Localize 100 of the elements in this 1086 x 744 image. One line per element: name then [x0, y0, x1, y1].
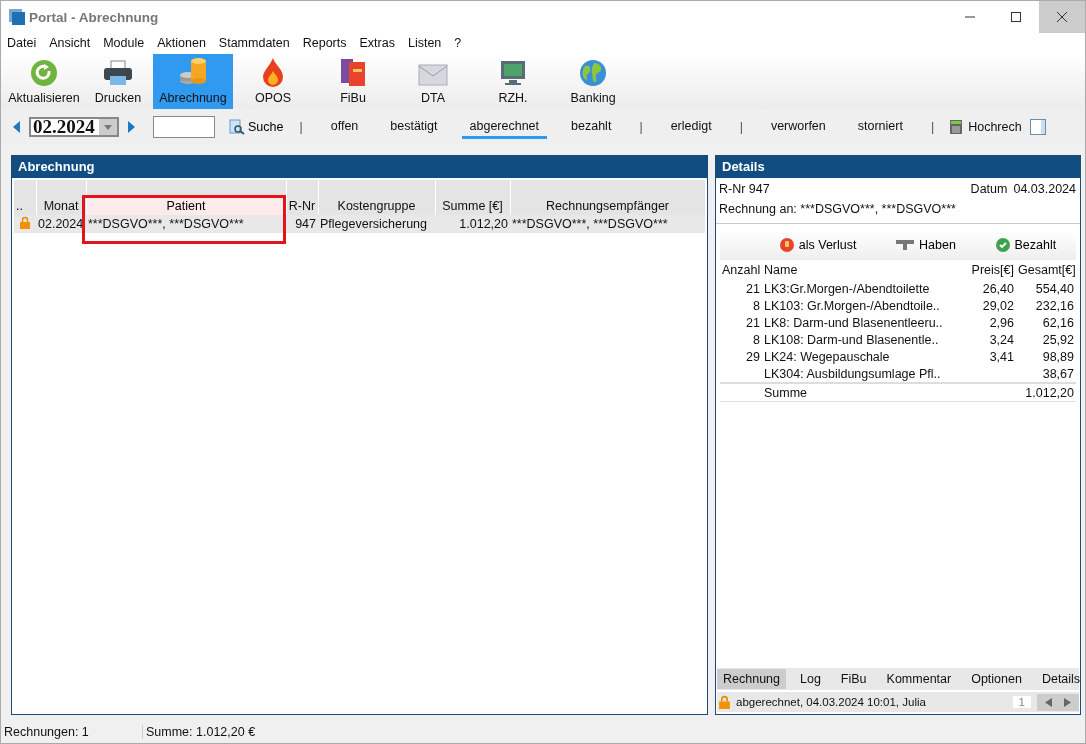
table-cell: Pflegeversicherung: [318, 215, 435, 233]
table-cell-text: LK108: Darm-und Blasenentle..: [763, 331, 940, 348]
menu-item[interactable]: Listen: [407, 36, 442, 50]
window-title: Portal - Abrechnung: [29, 9, 159, 25]
date-value: 04.03.2024: [1013, 182, 1076, 196]
table-cell: 947: [286, 215, 318, 233]
separator: |: [638, 120, 644, 134]
calculator-icon: [950, 120, 963, 134]
table-cell: 02.2024: [36, 215, 86, 233]
projection-button[interactable]: Hochrech: [968, 120, 1022, 134]
tab[interactable]: Rechnung: [717, 669, 786, 689]
coins-icon: [178, 57, 208, 87]
column-header[interactable]: Kostengruppe: [318, 197, 435, 215]
table-cell: 21: [746, 315, 760, 330]
dropdown-caret-icon: [104, 124, 112, 130]
table-cell: 38,67: [1016, 365, 1076, 383]
filter-tab[interactable]: offen: [322, 115, 367, 139]
toolbar-button[interactable]: Abrechnung: [153, 54, 233, 109]
table-cell-text: 232,16: [1034, 297, 1075, 314]
panel-title: Abrechnung: [12, 156, 707, 178]
filter-tab[interactable]: bestätigt: [382, 115, 446, 139]
separator: |: [298, 120, 304, 134]
toolbar-button[interactable]: DTA: [393, 54, 473, 109]
previous-arrow-icon[interactable]: [11, 120, 21, 134]
invoice-number: R-Nr 947: [719, 182, 770, 196]
menu-item[interactable]: Ansicht: [49, 36, 91, 50]
page-number: 1: [1012, 696, 1031, 708]
table-cell: 8: [753, 298, 760, 313]
table-cell: 3,24: [989, 332, 1014, 347]
close-icon: [1056, 11, 1068, 23]
table-cell: 26,40: [982, 281, 1014, 296]
table-cell-text: 554,40: [1034, 280, 1075, 297]
filter-tab[interactable]: bezahlt: [563, 115, 620, 139]
books-icon: [339, 57, 367, 87]
search-button[interactable]: Suche: [229, 119, 284, 135]
table-cell: 21: [746, 281, 760, 296]
panel-toggle-icon[interactable]: [1029, 119, 1046, 135]
previous-page-icon[interactable]: [1045, 697, 1053, 707]
toolbar-button[interactable]: Banking: [553, 54, 633, 109]
table-cell-text: LK3:Gr.Morgen-/Abendtoilette: [763, 280, 931, 297]
column-header[interactable]: ..: [14, 197, 36, 215]
table-cell: 8: [753, 332, 760, 347]
table-cell-text: LK103: Gr.Morgen-/Abendtoile..: [763, 297, 941, 314]
column-header: Preis[€]: [970, 262, 1015, 279]
tab[interactable]: Kommentar: [880, 669, 958, 689]
next-page-icon[interactable]: [1063, 697, 1071, 707]
table-cell-text: LK24: Wegepauschale: [763, 348, 891, 365]
table-cell: 1.012,20: [1016, 383, 1076, 402]
flame-icon: [261, 57, 285, 87]
period-dropdown[interactable]: 02.2024: [29, 117, 119, 137]
app-icon: [9, 9, 25, 25]
tab[interactable]: Log: [794, 669, 827, 689]
column-header: Gesamt[€]: [1017, 262, 1076, 279]
menu-item[interactable]: ?: [454, 36, 462, 50]
search-field[interactable]: [153, 116, 215, 138]
toolbar-button[interactable]: Aktualisieren: [5, 54, 83, 109]
panel-title: Details: [716, 156, 1080, 178]
toolbar-button[interactable]: FiBu: [313, 54, 393, 109]
envelope-icon: [418, 63, 448, 87]
menu-item[interactable]: Stammdaten: [218, 36, 290, 50]
table-cell-text: LK8: Darm-und Blasenentleeru..: [763, 314, 944, 331]
thumbs-down-icon: [779, 238, 794, 252]
toolbar-button[interactable]: RZH.: [473, 54, 553, 109]
toolbar-button[interactable]: OPOS: [233, 54, 313, 109]
tab[interactable]: Optionen: [965, 669, 1028, 689]
next-arrow-icon[interactable]: [127, 120, 137, 134]
filter-tab[interactable]: verworfen: [762, 115, 834, 139]
menu-item[interactable]: Extras: [359, 36, 395, 50]
column-header[interactable]: Summe [€]: [435, 197, 510, 215]
t-bar-icon: [896, 240, 915, 250]
menu-item[interactable]: Aktionen: [157, 36, 206, 50]
date-label: Datum: [970, 182, 1008, 196]
action-button[interactable]: Bezahlt: [995, 238, 1057, 252]
menu-item[interactable]: Datei: [7, 36, 37, 50]
tab[interactable]: Details: [1035, 669, 1080, 689]
table-cell: LK304: Ausbildungsumlage Pfl..: [762, 365, 966, 383]
action-button[interactable]: als Verlust: [779, 238, 857, 252]
table-cell: 29,02: [982, 298, 1014, 313]
column-header[interactable]: Rechnungsempfänger: [510, 197, 705, 215]
filter-tab[interactable]: storniert: [849, 115, 911, 139]
filter-tab[interactable]: abgerechnet: [461, 115, 548, 139]
recipient-text: Rechnung an: ***DSGVO***, ***DSGVO***: [716, 196, 1080, 224]
tab[interactable]: FiBu: [834, 669, 873, 689]
filter-tab[interactable]: erledigt: [662, 115, 720, 139]
table-cell: 2,96: [989, 315, 1014, 330]
column-header: Anzahl: [721, 262, 762, 279]
checkmark-icon: [995, 238, 1010, 252]
menu-item[interactable]: Reports: [302, 36, 347, 50]
printer-icon: [103, 59, 133, 87]
table-cell-text: 62,16: [1041, 314, 1075, 331]
table-cell: 1.012,20: [435, 215, 510, 233]
table-cell-text: 25,92: [1041, 331, 1075, 348]
action-button[interactable]: Haben: [896, 238, 956, 252]
column-header: Name: [763, 262, 799, 279]
table-cell: ***DSGVO***, ***DSGVO***: [86, 215, 286, 233]
column-header[interactable]: R-Nr: [286, 197, 318, 215]
toolbar-button[interactable]: Drucken: [83, 54, 153, 109]
separator: |: [738, 120, 744, 134]
menu-item[interactable]: Module: [103, 36, 145, 50]
table-cell: Summe: [762, 383, 966, 402]
